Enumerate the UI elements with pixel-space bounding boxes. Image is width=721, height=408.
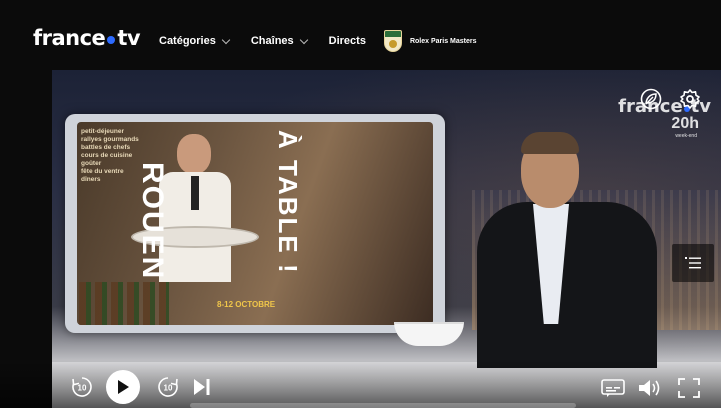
rolex-paris-masters-crest-icon	[383, 30, 402, 52]
chef-tie	[191, 176, 199, 210]
rewind-10-icon: 10	[72, 377, 92, 397]
volume-button[interactable]	[637, 377, 663, 399]
event-label: Rolex Paris Masters	[409, 37, 477, 45]
nav-item-event[interactable]: Rolex Paris Masters	[383, 30, 477, 52]
volume-icon	[639, 380, 660, 396]
skip-next-icon	[194, 379, 210, 395]
presenter	[477, 132, 657, 368]
nav-item-categories[interactable]: Catégories	[159, 35, 231, 47]
svg-text:10: 10	[164, 384, 173, 393]
presenter-hair	[521, 132, 579, 154]
promo-list-item: dîners	[81, 176, 101, 183]
play-icon	[118, 380, 129, 394]
promo-list-item: goûter	[81, 160, 102, 167]
nav-label-directs: Directs	[328, 35, 366, 47]
channel-sub: week-end	[675, 133, 697, 139]
next-episode-button[interactable]	[191, 377, 213, 397]
rewind-button[interactable]: 10	[70, 375, 94, 399]
subtitles-icon	[601, 379, 625, 397]
fullscreen-icon	[678, 378, 700, 398]
play-button[interactable]	[106, 370, 140, 404]
france-tv-logo[interactable]: france tv	[33, 26, 141, 50]
promo-dates: 8-12 OCTOBRE	[217, 300, 276, 309]
promo-title-rouen: ROUEN	[136, 162, 169, 281]
video-player[interactable]: petit-déjeuner rallyes gourmands battles…	[52, 70, 721, 408]
gear-icon	[680, 89, 700, 109]
subtitles-button[interactable]	[601, 378, 625, 398]
promo-list-item: cours de cuisine	[81, 152, 133, 159]
promo-list-item: rallyes gourmands	[81, 136, 139, 143]
logo-dot	[107, 36, 116, 44]
chapters-button[interactable]	[672, 244, 714, 282]
chevron-down-icon	[221, 35, 231, 44]
logo-text-tv: tv	[117, 26, 141, 50]
forward-10-icon: 10	[158, 377, 178, 397]
promo-list-item: fête du ventre	[81, 168, 124, 175]
logo-text-france: france	[33, 26, 106, 50]
chevron-down-icon	[299, 35, 308, 44]
promo-list-item: battles de chefs	[81, 144, 131, 151]
forward-button[interactable]: 10	[156, 375, 180, 399]
promo-list: petit-déjeuner rallyes gourmands battles…	[81, 128, 139, 184]
channel-hour: 20h	[671, 115, 699, 132]
fullscreen-button[interactable]	[677, 377, 701, 399]
progress-bar[interactable]	[190, 403, 576, 408]
presenter-jacket	[477, 202, 657, 368]
nav-label-categories: Catégories	[159, 35, 216, 47]
chef-head	[177, 134, 211, 174]
promo-image: petit-déjeuner rallyes gourmands battles…	[77, 122, 433, 325]
svg-text:10: 10	[78, 384, 87, 393]
nav-item-directs[interactable]: Directs	[329, 35, 366, 47]
main-nav: Catégories Chaînes Directs Rolex Paris M…	[159, 30, 499, 52]
promo-title-a-table: À TABLE !	[273, 130, 303, 275]
list-icon	[685, 257, 701, 269]
top-navigation: france tv Catégories Chaînes Directs Role…	[0, 0, 721, 70]
nav-item-chaines[interactable]: Chaînes	[250, 35, 308, 47]
settings-button[interactable]	[678, 87, 702, 111]
eco-mode-button[interactable]	[639, 87, 663, 111]
studio-screen: petit-déjeuner rallyes gourmands battles…	[65, 114, 445, 333]
promo-list-item: petit-déjeuner	[81, 128, 124, 135]
leaf-icon	[640, 88, 662, 110]
nav-label-chaines: Chaînes	[250, 35, 294, 47]
